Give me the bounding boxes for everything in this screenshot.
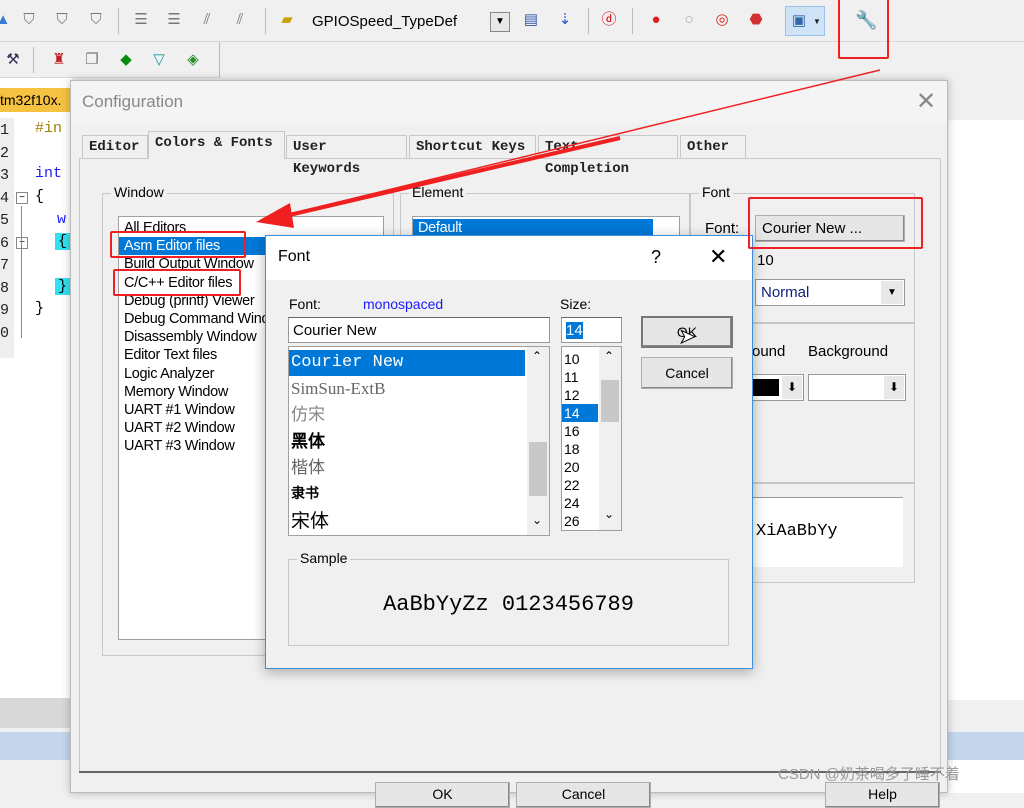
- tab-colors-fonts[interactable]: Colors & Fonts: [148, 131, 285, 159]
- annotation-arrow: [256, 69, 881, 228]
- watermark: CSDN @奶茶喝多了睡不着: [778, 766, 960, 783]
